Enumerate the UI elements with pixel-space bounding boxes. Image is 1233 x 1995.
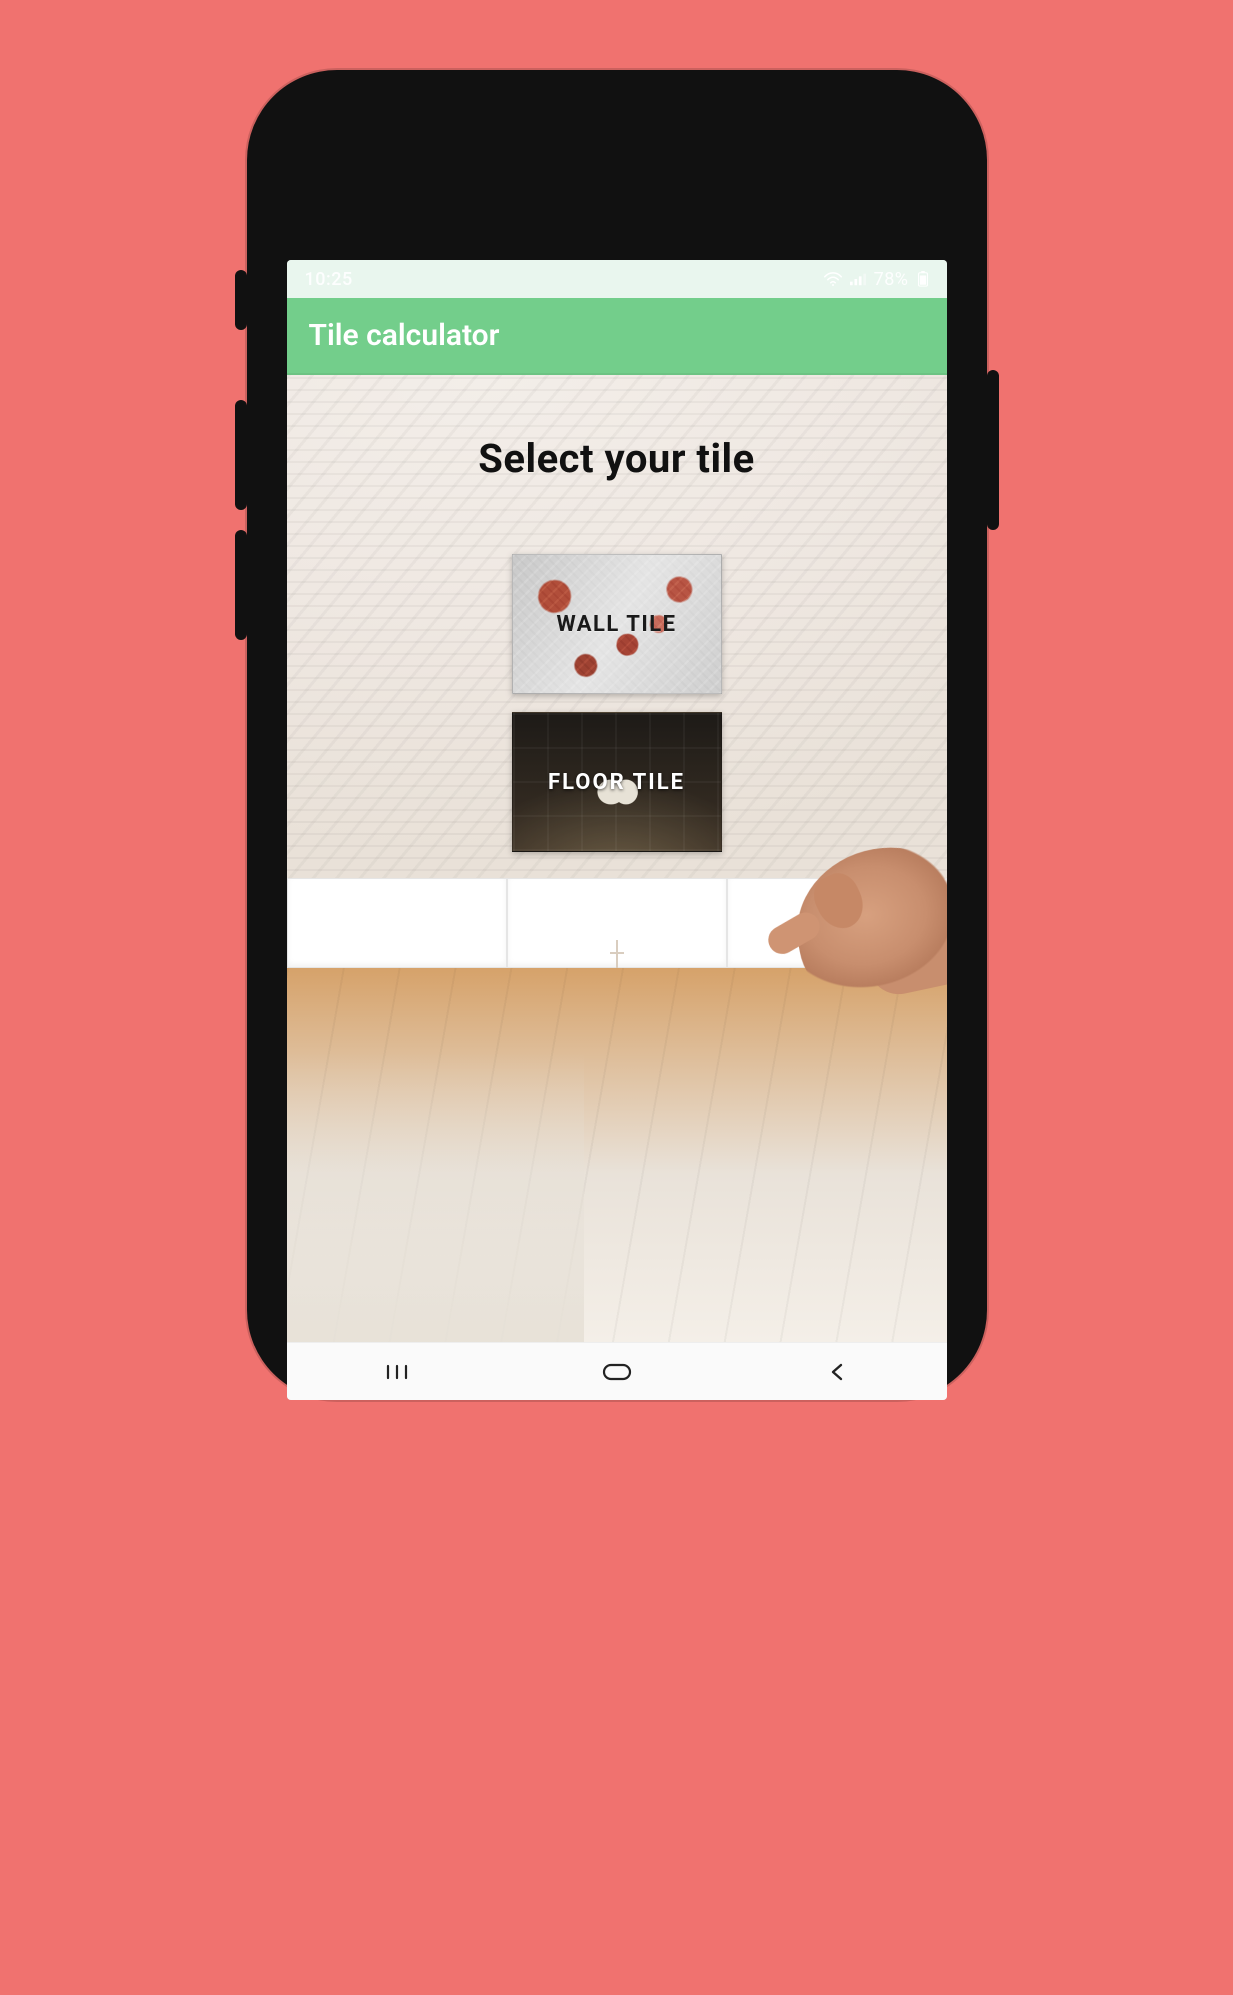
phone-frame: 10:25	[247, 70, 987, 1400]
app-header: Tile calculator	[287, 298, 947, 375]
recents-button[interactable]	[357, 1354, 437, 1390]
wall-tile-label: WALL TILE	[556, 612, 676, 637]
home-button[interactable]	[577, 1354, 657, 1390]
phone-side-button	[235, 530, 247, 640]
back-button[interactable]	[797, 1354, 877, 1390]
status-right: 78%	[824, 269, 929, 290]
wall-tile-option[interactable]: WALL TILE	[512, 554, 722, 694]
phone-side-button	[235, 270, 247, 330]
phone-side-button	[235, 400, 247, 510]
screen: 10:25	[287, 260, 947, 1400]
status-time: 10:25	[305, 269, 353, 290]
battery-text: 78%	[874, 269, 909, 290]
content-area: Select your tile WALL TILE FLOOR TILE	[287, 375, 947, 1342]
battery-icon	[917, 271, 929, 287]
phone-side-button	[987, 370, 999, 530]
floor-tile-label: FLOOR TILE	[548, 770, 685, 795]
floor-tile-option[interactable]: FLOOR TILE	[512, 712, 722, 852]
wifi-icon	[824, 272, 842, 286]
app-title: Tile calculator	[309, 318, 500, 353]
status-bar: 10:25	[287, 260, 947, 298]
page-title: Select your tile	[478, 435, 754, 482]
android-nav-bar	[287, 1342, 947, 1400]
signal-icon	[850, 272, 866, 286]
tile-options: WALL TILE FLOOR TILE	[512, 554, 722, 852]
